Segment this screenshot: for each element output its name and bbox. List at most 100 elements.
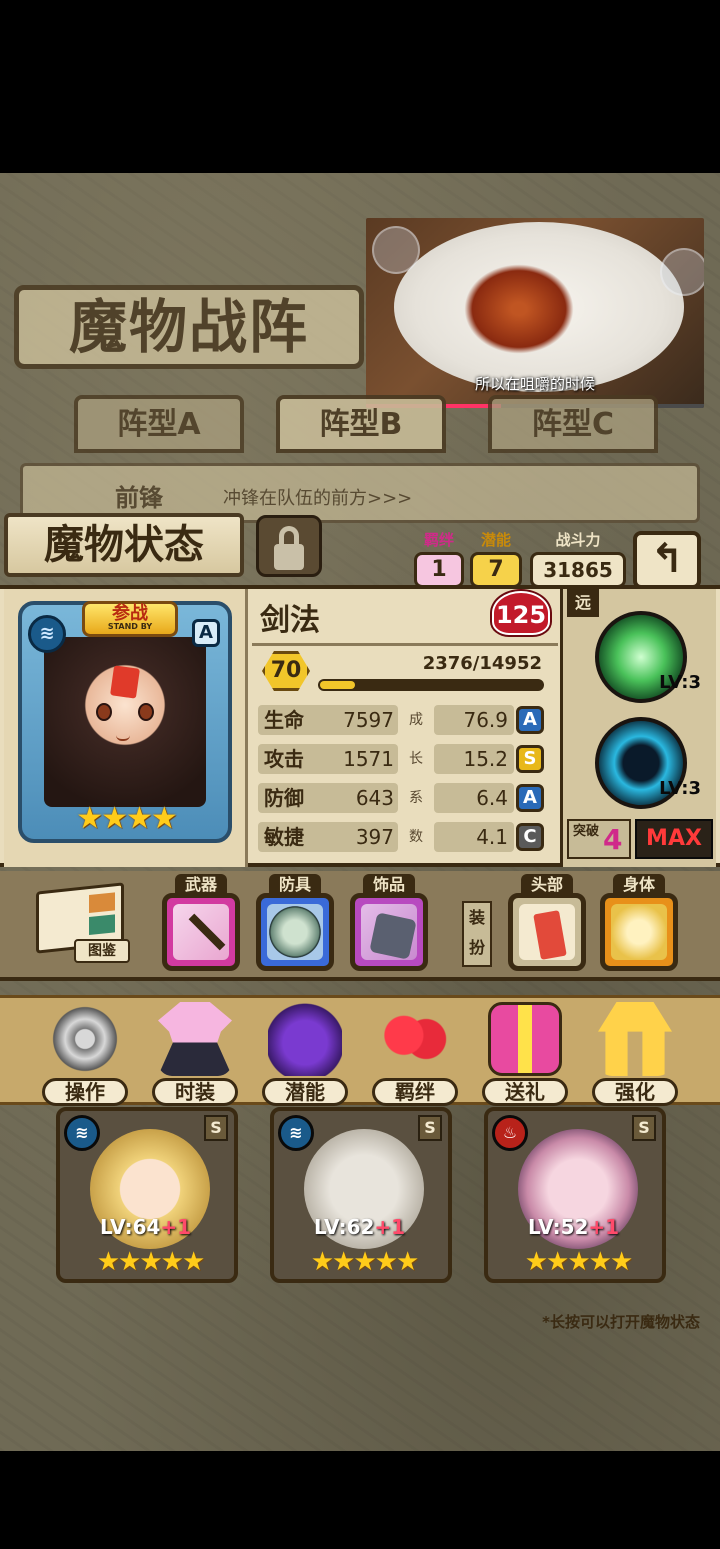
vortex-skill-icon[interactable]: LV:3 <box>595 717 701 809</box>
monster-card[interactable]: ≋ A 参战 STAND BY ★★★★ <box>4 589 248 867</box>
fashion-button[interactable]: 时装 <box>152 1002 238 1106</box>
water-icon: ≋ <box>64 1115 100 1151</box>
long-press-hint: *长按可以打开魔物状态 <box>542 1313 700 1331</box>
eye <box>96 703 112 721</box>
page-title: 魔物战阵 <box>14 285 364 369</box>
card-frame: ≋ A 参战 STAND BY ★★★★ <box>18 601 232 843</box>
member-stars: ★★★★★ <box>524 1247 634 1277</box>
divider <box>252 643 558 646</box>
monster-rank-badge: A <box>192 619 220 647</box>
action-bar: 操作 时装 潜能 羁绊 送礼 强化 <box>0 995 720 1106</box>
stat-rank: C <box>516 823 544 851</box>
stat-row-def: 防御 643 系 6.4 A <box>258 783 554 815</box>
heart-badge: 125 <box>492 591 550 635</box>
enhance-button[interactable]: 强化 <box>592 1002 678 1106</box>
water-icon: ≋ <box>28 615 66 653</box>
bond-button[interactable]: 羁绊 <box>372 1002 458 1106</box>
member-level: LV:62+1 <box>314 1215 406 1239</box>
floating-video[interactable]: 所以在咀嚼的时候 <box>366 218 704 408</box>
armor-slot[interactable]: 防具 <box>256 874 334 971</box>
range-label: 远 <box>567 589 599 617</box>
member-level: LV:52+1 <box>528 1215 620 1239</box>
member-rank: S <box>632 1115 656 1141</box>
lock-icon[interactable] <box>256 515 322 577</box>
water-icon: ≋ <box>278 1115 314 1151</box>
potential-value: 7 <box>470 552 522 588</box>
member-rank: S <box>418 1115 442 1141</box>
max-button[interactable]: MAX <box>635 819 713 859</box>
devil-icon <box>268 1002 342 1076</box>
exp-text: 2376/14952 <box>422 653 542 674</box>
stat-row-agi: 敏捷 397 数 4.1 C <box>258 822 554 854</box>
member-rank: S <box>204 1115 228 1141</box>
glass-image <box>372 226 420 274</box>
stat-rank: A <box>516 706 544 734</box>
power-label: 战斗力 <box>555 531 601 549</box>
breakthrough-counter: 突破 4 <box>567 819 631 859</box>
monster-status-panel: ≋ A 参战 STAND BY ★★★★ 剑法 125 70 2376/1495… <box>0 585 720 867</box>
stat-sep: 长 <box>409 751 423 767</box>
accessory-slot[interactable]: 饰品 <box>350 874 428 971</box>
arrow-up-icon <box>598 1002 672 1076</box>
stat-row-hp: 生命 7597 成 76.9 A <box>258 705 554 737</box>
stat-rank: A <box>516 784 544 812</box>
gift-icon <box>488 1002 562 1076</box>
body-slot[interactable]: 身体 <box>600 874 678 971</box>
potential-button[interactable]: 潜能 <box>262 1002 348 1106</box>
monster-portrait <box>44 637 206 807</box>
front-desc: 冲锋在队伍的前方>>> <box>223 488 413 509</box>
breakthrough-value: 4 <box>603 823 623 856</box>
monster-info: 剑法 125 70 2376/14952 生命 7597 成 76.9 A 攻击… <box>252 589 558 867</box>
team-member[interactable]: ≋ S LV:64+1 ★★★★★ <box>56 1107 238 1283</box>
stat-sep: 系 <box>409 790 423 806</box>
tablet-icon <box>361 904 417 960</box>
weapon-slot[interactable]: 武器 <box>162 874 240 971</box>
formation-tabs: 阵型A 阵型B 阵型C <box>14 395 706 455</box>
team-member[interactable]: ♨ S LV:52+1 ★★★★★ <box>484 1107 666 1283</box>
potential-label: 潜能 <box>480 531 511 549</box>
dress-icon <box>158 1002 232 1076</box>
team-member[interactable]: ≋ S LV:62+1 ★★★★★ <box>270 1107 452 1283</box>
stat-growth: 4.1 <box>434 822 514 852</box>
encyclopedia-label: 图鉴 <box>74 939 130 963</box>
weapon-label: 武器 <box>175 874 227 896</box>
status-title: 魔物状态 <box>4 513 244 577</box>
operate-button[interactable]: 操作 <box>42 1002 128 1106</box>
exp-bar <box>318 679 544 691</box>
armor-label: 防具 <box>269 874 321 896</box>
standby-label: 参战 <box>112 603 148 624</box>
level-badge: 70 <box>262 651 310 691</box>
breakthrough-label: 突破 <box>573 824 600 839</box>
head-slot[interactable]: 头部 <box>508 874 586 971</box>
food-image <box>464 264 574 354</box>
fire-icon: ♨ <box>492 1115 528 1151</box>
gear-icon <box>48 1002 122 1076</box>
video-subtitle: 所以在咀嚼的时候 <box>474 375 595 393</box>
tab-formation-b[interactable]: 阵型B <box>276 395 446 453</box>
hearts-icon <box>378 1002 452 1076</box>
stat-sep: 成 <box>409 712 423 728</box>
tab-formation-a[interactable]: 阵型A <box>74 395 244 453</box>
skill-level: LV:3 <box>659 672 701 693</box>
tab-formation-c[interactable]: 阵型C <box>488 395 658 453</box>
accessory-label: 饰品 <box>363 874 415 896</box>
dress-up-label: 装扮 <box>462 901 492 967</box>
body-label: 身体 <box>613 874 665 896</box>
equipment-row: 图鉴 武器 防具 饰品 装扮 头部 身体 <box>0 871 720 981</box>
potential-counter: 潜能 7 <box>470 529 522 588</box>
wind-slash-skill-icon[interactable]: LV:3 <box>595 611 701 703</box>
stat-sep: 数 <box>409 829 423 845</box>
star-rating: ★★★★ <box>76 801 178 836</box>
encyclopedia-button[interactable]: 图鉴 <box>30 881 130 965</box>
stat-row-atk: 攻击 1571 长 15.2 S <box>258 744 554 776</box>
stat-value: 1571 <box>343 747 394 771</box>
team-row: ≋ S LV:64+1 ★★★★★ ≋ S LV:62+1 ★★★★★ ♨ S … <box>16 1097 706 1307</box>
skill-level: LV:3 <box>659 778 701 799</box>
front-label: 前锋 <box>115 484 163 512</box>
gift-button[interactable]: 送礼 <box>482 1002 568 1106</box>
shield-icon <box>267 904 323 960</box>
mouth <box>116 735 130 741</box>
back-button[interactable]: ↰ <box>633 531 701 589</box>
stat-value: 397 <box>355 825 394 849</box>
stat-growth: 6.4 <box>434 783 514 813</box>
